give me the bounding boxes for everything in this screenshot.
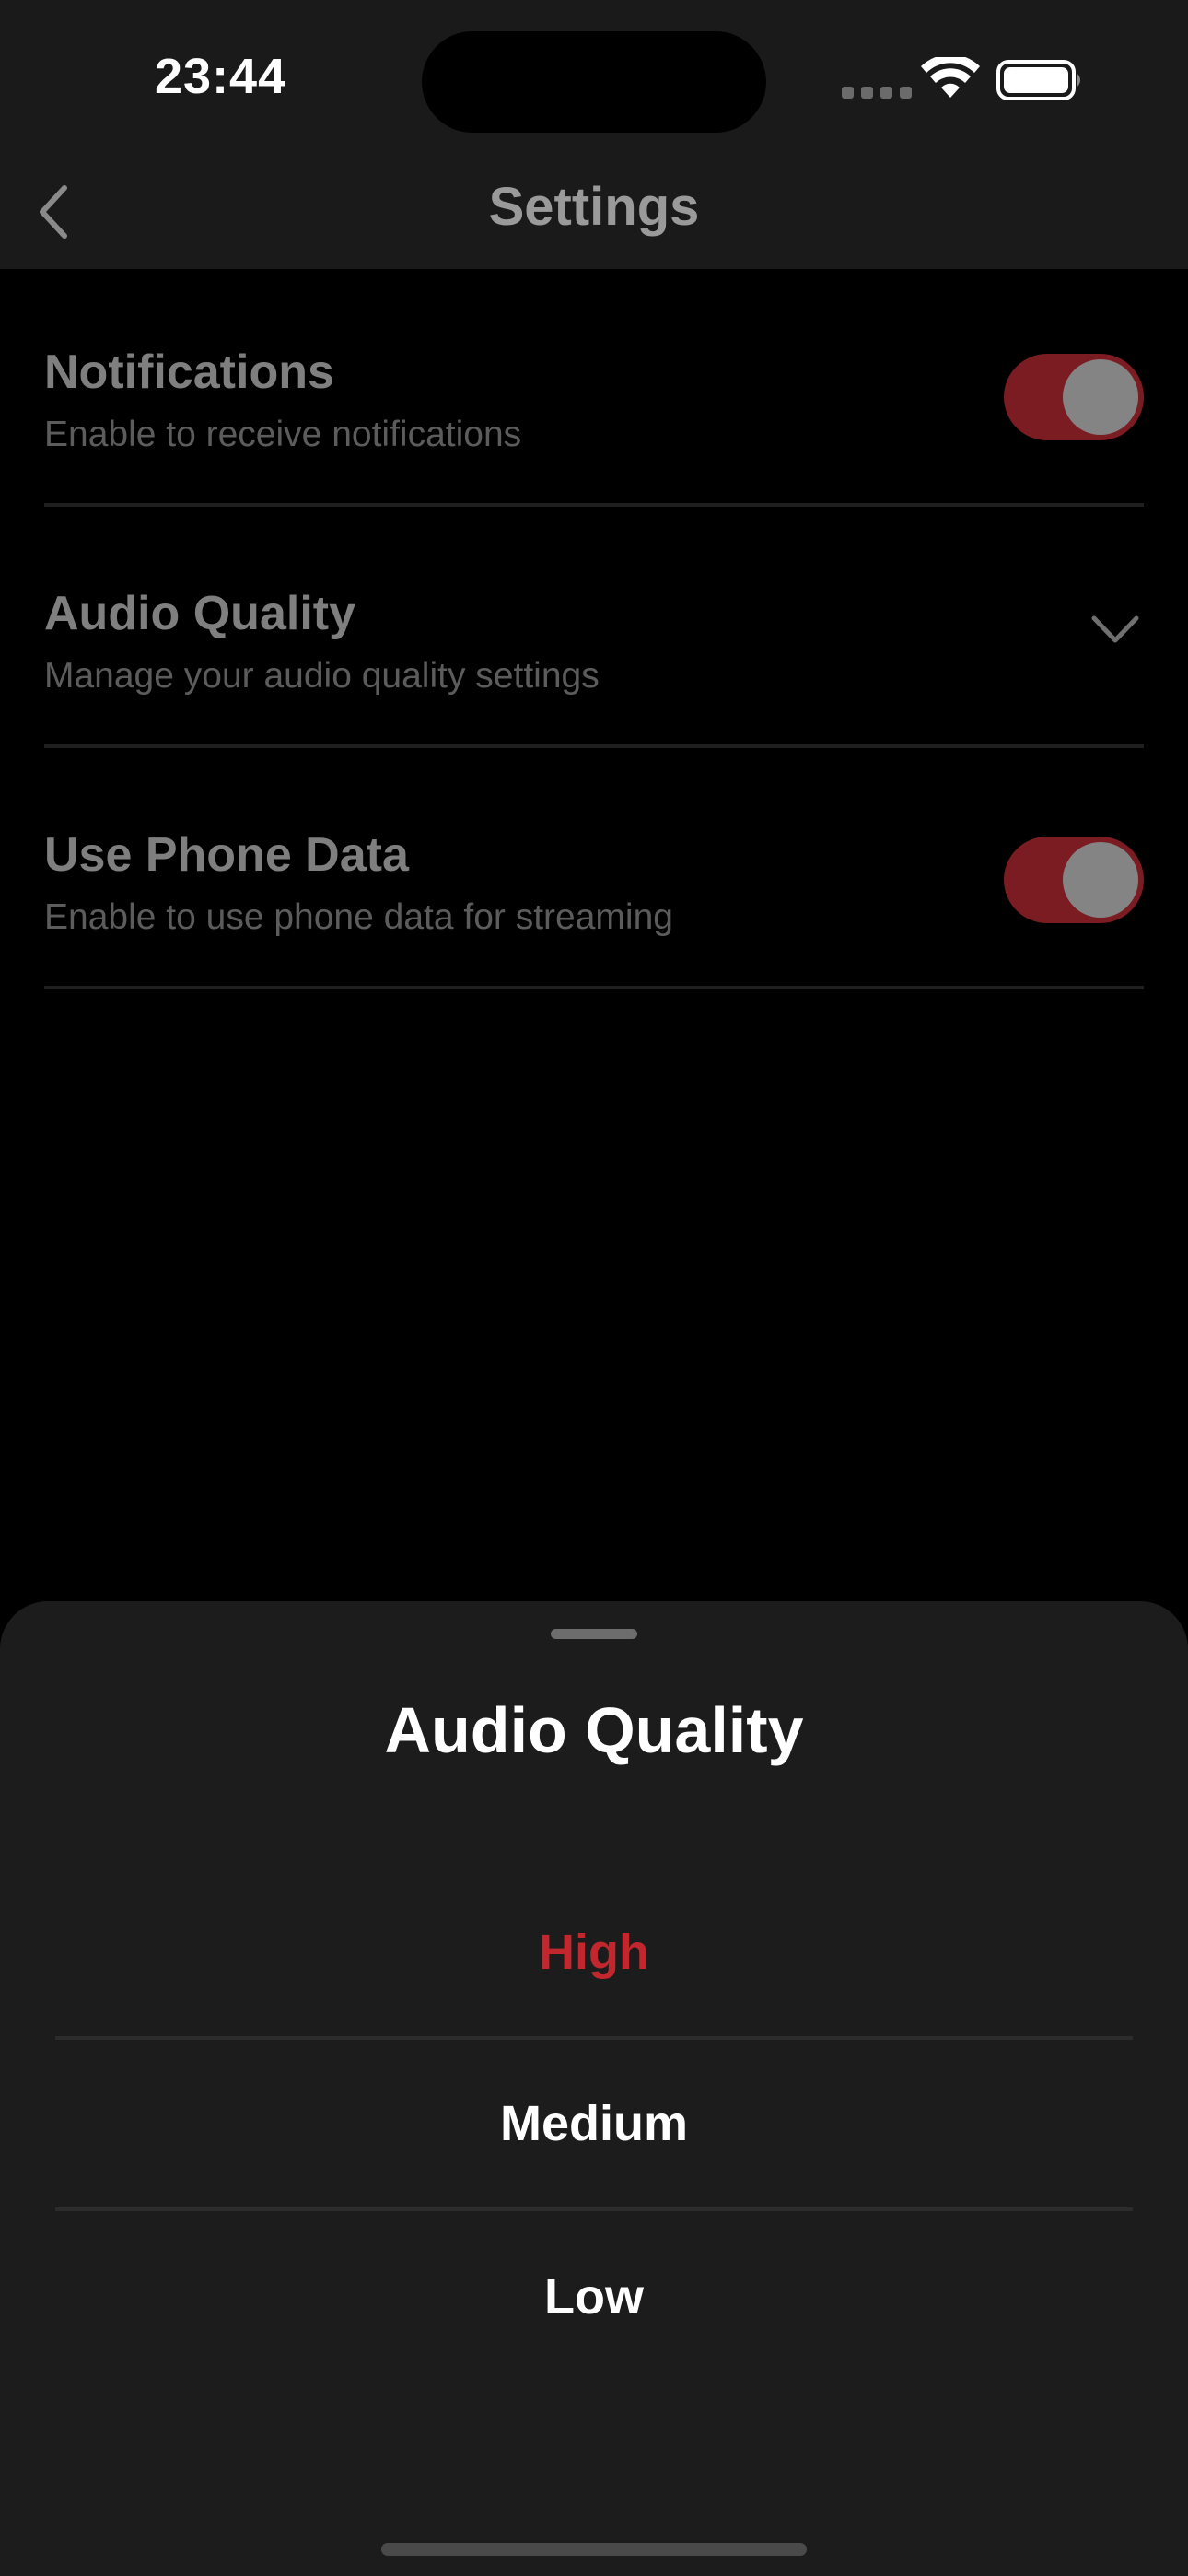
toggle-knob — [1063, 359, 1138, 435]
setting-subtitle: Manage your audio quality settings — [44, 656, 600, 696]
toggle-knob — [1063, 842, 1138, 918]
option-medium[interactable]: Medium — [55, 2040, 1133, 2211]
battery-icon — [996, 60, 1080, 100]
option-low[interactable]: Low — [55, 2211, 1133, 2383]
dynamic-island — [422, 31, 766, 133]
setting-row-notifications: Notifications Enable to receive notifica… — [44, 269, 1144, 507]
audio-quality-sheet: Audio Quality High Medium Low — [0, 1601, 1188, 2576]
page-title: Settings — [488, 177, 700, 237]
sheet-title: Audio Quality — [384, 1694, 804, 1766]
setting-title: Notifications — [44, 345, 334, 399]
status-bar: 23:44 — [0, 0, 1188, 157]
chevron-left-icon — [40, 185, 67, 239]
option-high[interactable]: High — [55, 1868, 1133, 2040]
setting-row-audio-quality[interactable]: Audio Quality Manage your audio quality … — [44, 510, 1144, 748]
nav-bar: Settings — [0, 157, 1188, 269]
status-time: 23:44 — [155, 49, 287, 104]
setting-title: Use Phone Data — [44, 828, 409, 882]
notifications-toggle[interactable] — [1004, 354, 1144, 440]
back-button[interactable] — [24, 175, 83, 249]
setting-row-use-phone-data: Use Phone Data Enable to use phone data … — [44, 752, 1144, 989]
cellular-icon — [842, 87, 912, 99]
sheet-grabber[interactable] — [551, 1629, 637, 1639]
wifi-icon — [921, 57, 980, 98]
setting-title: Audio Quality — [44, 587, 355, 640]
home-indicator — [381, 2543, 807, 2556]
setting-subtitle: Enable to receive notifications — [44, 415, 522, 454]
setting-subtitle: Enable to use phone data for streaming — [44, 897, 673, 937]
phone-data-toggle[interactable] — [1004, 837, 1144, 923]
chevron-down-icon — [1091, 615, 1139, 643]
